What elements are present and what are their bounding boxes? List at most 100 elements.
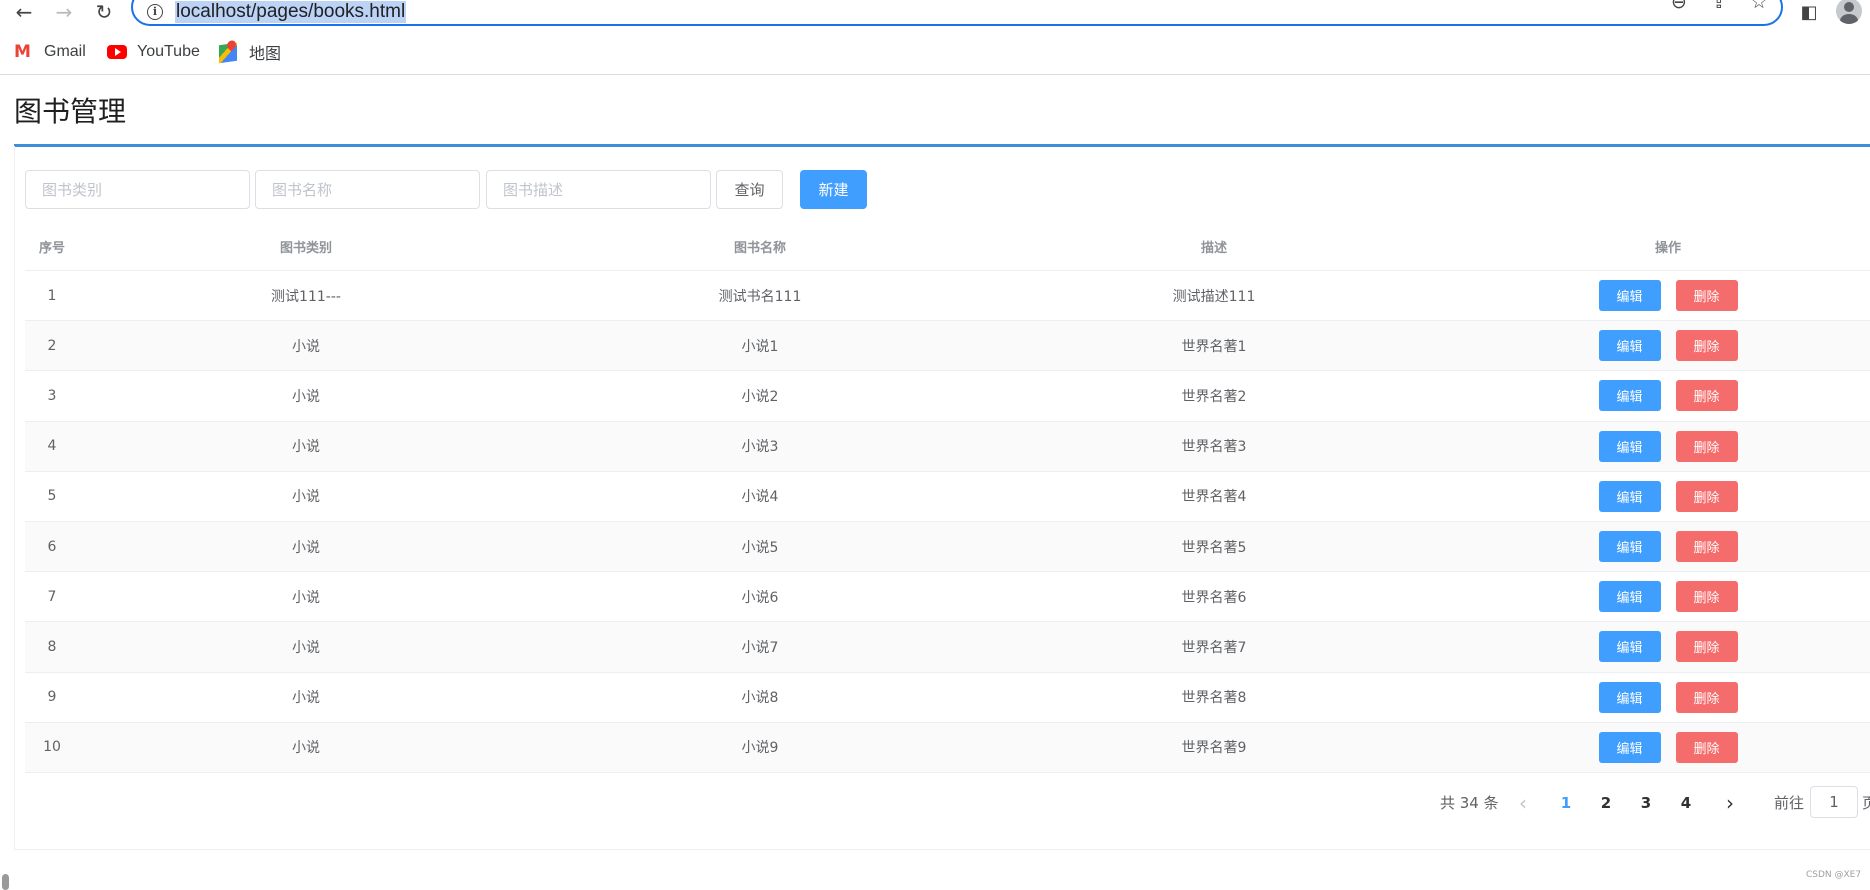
cell-index: 9 [47, 689, 57, 706]
cell-index: 3 [47, 387, 57, 404]
delete-button[interactable]: 删除 [1675, 430, 1738, 462]
bottom-divider [14, 849, 1870, 850]
edit-button[interactable]: 编辑 [1598, 681, 1661, 713]
edit-button[interactable]: 编辑 [1598, 731, 1661, 763]
pagination: 共 34 条 ‹ 1 2 3 4 › 前往 页 [0, 786, 1870, 818]
cell-index: 6 [47, 538, 57, 555]
cell-actions: 编辑 删除 [1441, 622, 1870, 671]
cell-category: 小说 [292, 388, 320, 405]
page-3[interactable]: 3 [1631, 788, 1661, 818]
site-info-icon[interactable]: i [147, 4, 163, 20]
share-icon[interactable]: ⇪ [1705, 0, 1733, 14]
cell-index: 5 [47, 488, 57, 505]
book-name-input[interactable] [255, 170, 480, 209]
delete-button[interactable]: 删除 [1675, 380, 1738, 412]
bookmark-star-icon[interactable]: ☆ [1745, 0, 1773, 14]
bookmark-maps[interactable]: 地图 [219, 36, 281, 68]
title-divider [14, 144, 1870, 147]
cell-category: 小说 [292, 539, 320, 556]
side-panel-icon[interactable]: ◧ [1795, 0, 1823, 24]
youtube-icon [107, 44, 127, 60]
table-row: 9 小说 小说8 世界名著8 编辑 删除 [25, 673, 1870, 723]
delete-button[interactable]: 删除 [1675, 330, 1738, 362]
back-icon[interactable]: ← [11, 0, 37, 24]
cell-name: 小说9 [741, 740, 779, 757]
cell-category: 小说 [292, 338, 320, 355]
next-page-icon[interactable]: › [1715, 788, 1745, 818]
edit-button[interactable]: 编辑 [1598, 581, 1661, 613]
books-table: 序号 图书类别 图书名称 描述 操作 1 测试111--- 测试书名111 测试… [25, 222, 1870, 773]
header-category: 图书类别 [279, 240, 332, 256]
delete-button[interactable]: 删除 [1675, 681, 1738, 713]
profile-avatar[interactable] [1836, 0, 1862, 24]
delete-button[interactable]: 删除 [1675, 581, 1738, 613]
edit-button[interactable]: 编辑 [1598, 430, 1661, 462]
cell-description: 世界名著9 [1181, 740, 1247, 757]
cell-name: 小说4 [741, 489, 779, 506]
header-index: 序号 [38, 240, 65, 256]
cell-category: 小说 [292, 589, 320, 606]
page-4[interactable]: 4 [1671, 788, 1701, 818]
edit-button[interactable]: 编辑 [1598, 631, 1661, 663]
pagination-total: 共 34 条 [1440, 794, 1499, 812]
cell-name: 小说8 [741, 690, 779, 707]
cell-description: 世界名著4 [1181, 489, 1247, 506]
maps-icon [219, 42, 239, 64]
address-bar[interactable]: i localhost/pages/books.html ⊖ ⇪ ☆ [131, 0, 1783, 26]
forward-icon[interactable]: → [51, 0, 77, 24]
edit-button[interactable]: 编辑 [1598, 380, 1661, 412]
header-description: 描述 [1200, 240, 1227, 256]
delete-button[interactable]: 删除 [1675, 731, 1738, 763]
table-row: 3 小说 小说2 世界名著2 编辑 删除 [25, 371, 1870, 422]
table-row: 1 测试111--- 测试书名111 测试描述111 编辑 删除 [25, 271, 1870, 322]
prev-page-icon[interactable]: ‹ [1508, 788, 1538, 818]
goto-page-input[interactable] [1810, 786, 1858, 818]
cell-index: 2 [47, 337, 57, 354]
bookmark-gmail[interactable]: M Gmail [14, 36, 86, 68]
page-1[interactable]: 1 [1551, 788, 1581, 818]
category-input[interactable] [25, 170, 250, 209]
description-input[interactable] [486, 170, 711, 209]
reload-icon[interactable]: ↻ [91, 0, 117, 24]
cell-description: 世界名著1 [1181, 338, 1247, 355]
cell-category: 小说 [292, 639, 320, 656]
cell-actions: 编辑 删除 [1441, 321, 1870, 370]
cell-actions: 编辑 删除 [1441, 673, 1870, 722]
table-row: 10 小说 小说9 世界名著9 编辑 删除 [25, 722, 1870, 773]
browser-toolbar: ← → ↻ i localhost/pages/books.html ⊖ ⇪ ☆… [0, 0, 1870, 28]
cell-index: 7 [47, 588, 57, 605]
content-border [14, 146, 15, 850]
delete-button[interactable]: 删除 [1675, 280, 1738, 312]
cell-actions: 编辑 删除 [1441, 572, 1870, 621]
goto-label: 前往 [1774, 794, 1805, 812]
table-row: 6 小说 小说5 世界名著5 编辑 删除 [25, 521, 1870, 573]
cell-index: 4 [47, 438, 57, 455]
cell-index: 8 [47, 638, 57, 655]
bookmark-youtube[interactable]: YouTube [107, 36, 200, 68]
cell-actions: 编辑 删除 [1441, 422, 1870, 471]
url-text[interactable]: localhost/pages/books.html [175, 1, 407, 23]
edit-button[interactable]: 编辑 [1598, 480, 1661, 512]
scrollbar-thumb[interactable] [2, 874, 9, 890]
zoom-out-icon[interactable]: ⊖ [1665, 0, 1693, 14]
cell-index: 1 [47, 287, 57, 304]
cell-description: 世界名著8 [1181, 690, 1247, 707]
query-button[interactable]: 查询 [716, 170, 783, 209]
delete-button[interactable]: 删除 [1675, 631, 1738, 663]
cell-name: 小说5 [741, 539, 779, 556]
bookmarks-bar: M Gmail YouTube 地图 [0, 36, 1870, 70]
new-button[interactable]: 新建 [800, 170, 867, 209]
cell-actions: 编辑 删除 [1441, 371, 1870, 420]
page-2[interactable]: 2 [1591, 788, 1621, 818]
delete-button[interactable]: 删除 [1675, 531, 1738, 563]
cell-category: 小说 [292, 439, 320, 456]
table-row: 2 小说 小说1 世界名著1 编辑 删除 [25, 321, 1870, 372]
bookmark-label: YouTube [137, 43, 200, 60]
cell-description: 测试描述111 [1172, 288, 1256, 305]
delete-button[interactable]: 删除 [1675, 480, 1738, 512]
edit-button[interactable]: 编辑 [1598, 280, 1661, 312]
table-row: 5 小说 小说4 世界名著4 编辑 删除 [25, 472, 1870, 522]
cell-category: 小说 [292, 690, 320, 707]
edit-button[interactable]: 编辑 [1598, 531, 1661, 563]
edit-button[interactable]: 编辑 [1598, 330, 1661, 362]
